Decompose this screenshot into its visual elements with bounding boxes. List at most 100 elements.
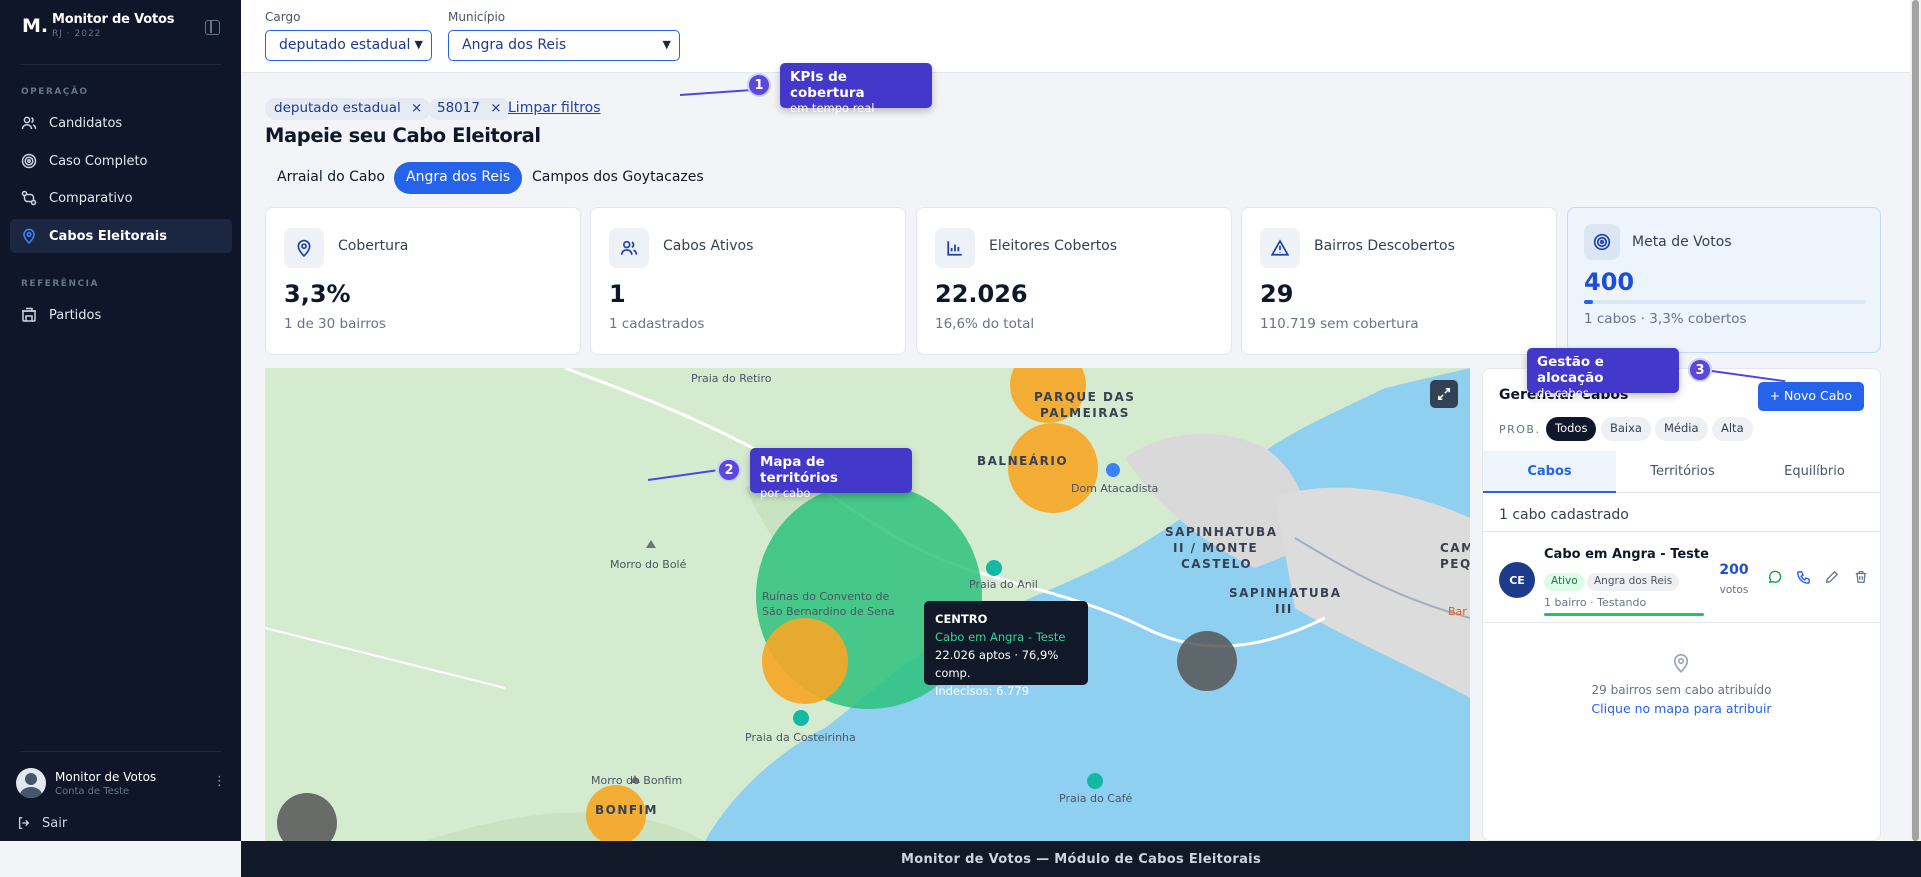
zone-uncovered[interactable] <box>277 793 337 841</box>
target-icon <box>1584 224 1620 260</box>
chevron-down-icon: ▼ <box>662 38 671 51</box>
filter-chip-cargo[interactable]: deputado estadual × <box>265 98 432 120</box>
user-account: Conta de Teste <box>55 785 130 797</box>
divider <box>20 751 221 752</box>
callout-title: Gestão e alocação <box>1537 354 1604 386</box>
beach-icon <box>1087 773 1103 789</box>
zone-balneario[interactable] <box>1008 423 1098 513</box>
sidebar-item-caso-completo[interactable]: Caso Completo <box>10 144 232 178</box>
map-label: III <box>1275 602 1293 616</box>
sidebar-collapse-icon[interactable] <box>205 20 220 35</box>
sidebar-item-partidos[interactable]: Partidos <box>10 298 232 332</box>
new-cabo-button[interactable]: + Novo Cabo <box>1757 382 1864 411</box>
filter-chip-numero[interactable]: 58017 × <box>428 98 511 120</box>
phone-icon[interactable] <box>1794 568 1812 586</box>
edit-icon[interactable] <box>1823 568 1841 586</box>
meta-progress-bar <box>1584 300 1866 304</box>
list-item[interactable]: CE Cabo em Angra - Teste Ativo Angra dos… <box>1483 531 1880 623</box>
tab-campos-dos-goytacazes[interactable]: Campos dos Goytacazes <box>520 162 716 194</box>
logout-button[interactable]: Sair <box>16 815 67 831</box>
map-label: PEQ <box>1440 557 1470 571</box>
kpi-title: Cobertura <box>338 238 409 254</box>
whatsapp-icon[interactable] <box>1765 568 1783 586</box>
map-label: Praia do Café <box>1059 792 1133 805</box>
tab-cabos[interactable]: Cabos <box>1483 451 1616 493</box>
cabo-meta: 1 bairro · Testando <box>1544 596 1647 609</box>
map-label: BALNEÁRIO <box>977 454 1069 468</box>
filter-todos[interactable]: Todos <box>1546 417 1597 441</box>
filter-baixa[interactable]: Baixa <box>1601 417 1651 441</box>
chevron-down-icon: ▼ <box>414 38 423 51</box>
kpi-card-cobertura: Cobertura 3,3% 1 de 30 bairros <box>265 207 581 355</box>
clear-filters-link[interactable]: Limpar filtros <box>508 100 601 116</box>
sidebar-item-label: Partidos <box>49 307 102 323</box>
scrollbar-thumb[interactable] <box>1912 0 1919 841</box>
more-vertical-icon[interactable]: ⋮ <box>213 774 226 789</box>
sidebar-item-label: Comparativo <box>49 190 133 206</box>
target-icon <box>21 153 37 169</box>
map-pin-icon <box>21 228 37 244</box>
kpi-value: 29 <box>1260 280 1294 308</box>
callout-gestao: Gestão e alocação de cabos <box>1527 348 1679 400</box>
close-icon[interactable]: × <box>411 100 422 116</box>
status-badge: Ativo <box>1544 573 1585 591</box>
user-profile[interactable]: Monitor de Votos Conta de Teste ⋮ <box>16 768 226 798</box>
avatar <box>16 768 46 798</box>
municipio-label: Município <box>448 10 506 24</box>
manage-cabos-panel: Gerenciar Cabos + Novo Cabo PROB. Todos … <box>1482 368 1881 841</box>
map-label: SAPINHATUBA <box>1229 586 1342 600</box>
map-label: Dom Atacadista <box>1071 482 1159 495</box>
zone-uncovered[interactable] <box>1177 631 1237 691</box>
app-title: Monitor de Votos <box>52 12 175 27</box>
map-label: Praia do Anil <box>969 578 1038 591</box>
filter-bar: Cargo deputado estadual ▼ Município Angr… <box>241 0 1910 73</box>
map-tooltip: CENTRO Cabo em Angra - Teste 22.026 apto… <box>924 601 1088 698</box>
callout-subtitle: por cabo <box>760 486 811 500</box>
map-label: PALMEIRAS <box>1040 406 1130 420</box>
assign-on-map-link[interactable]: Clique no mapa para atribuir <box>1483 701 1880 716</box>
kpi-subtitle: 1 cabos · 3,3% cobertos <box>1584 311 1747 327</box>
brand[interactable]: M. Monitor de Votos RJ · 2022 <box>22 12 174 39</box>
cabo-name: Cabo em Angra - Teste <box>1544 547 1709 562</box>
territory-map[interactable]: Praia do Retiro PARQUE DAS PALMEIRAS BAL… <box>265 368 1470 841</box>
cargo-label: Cargo <box>265 10 301 24</box>
tab-angra-dos-reis[interactable]: Angra dos Reis <box>394 162 523 194</box>
municipio-badge: Angra dos Reis <box>1587 573 1680 591</box>
map-label: PARQUE DAS <box>1034 390 1136 404</box>
users-icon <box>21 115 37 131</box>
zone-costeirinha[interactable] <box>762 618 848 704</box>
trash-icon[interactable] <box>1852 568 1870 586</box>
users-icon <box>609 228 649 268</box>
fullscreen-icon[interactable] <box>1430 380 1458 408</box>
cabos-count: 1 cabo cadastrado <box>1499 507 1629 523</box>
sidebar-item-cabos-eleitorais[interactable]: Cabos Eleitorais <box>10 219 232 253</box>
callout-title: KPIs de cobertura <box>790 69 865 101</box>
tab-arraial-do-cabo[interactable]: Arraial do Cabo <box>265 162 397 194</box>
tab-territorios[interactable]: Territórios <box>1616 451 1749 493</box>
kpi-value: 22.026 <box>935 280 1028 308</box>
cargo-select[interactable]: deputado estadual ▼ <box>265 30 432 61</box>
filter-media[interactable]: Média <box>1655 417 1708 441</box>
tooltip-indecisos: Indecisos: 6.779 <box>935 684 1030 698</box>
sidebar-item-candidatos[interactable]: Candidatos <box>10 106 232 140</box>
callout-kpis: KPIs de cobertura em tempo real <box>780 63 932 115</box>
user-name: Monitor de Votos <box>55 769 157 784</box>
sidebar-item-label: Candidatos <box>49 115 123 131</box>
cabo-votes: 200 <box>1719 562 1749 578</box>
section-label-referencia: REFERÊNCIA <box>21 279 99 289</box>
tab-equilibrio[interactable]: Equilíbrio <box>1749 451 1880 493</box>
kpi-subtitle: 16,6% do total <box>935 316 1035 332</box>
avatar: CE <box>1499 562 1535 598</box>
callout-title: Mapa de territórios <box>760 454 838 486</box>
hill-area <box>425 812 705 841</box>
scrollbar[interactable] <box>1910 0 1921 841</box>
close-icon[interactable]: × <box>490 100 501 116</box>
sidebar-item-comparativo[interactable]: Comparativo <box>10 181 232 215</box>
filter-alta[interactable]: Alta <box>1712 417 1753 441</box>
shop-icon <box>1106 463 1120 477</box>
kpi-value: 3,3% <box>284 280 351 308</box>
municipio-select[interactable]: Angra dos Reis ▼ <box>448 30 680 61</box>
beach-icon <box>986 560 1002 576</box>
bar-chart-icon <box>935 228 975 268</box>
divider <box>20 64 221 65</box>
